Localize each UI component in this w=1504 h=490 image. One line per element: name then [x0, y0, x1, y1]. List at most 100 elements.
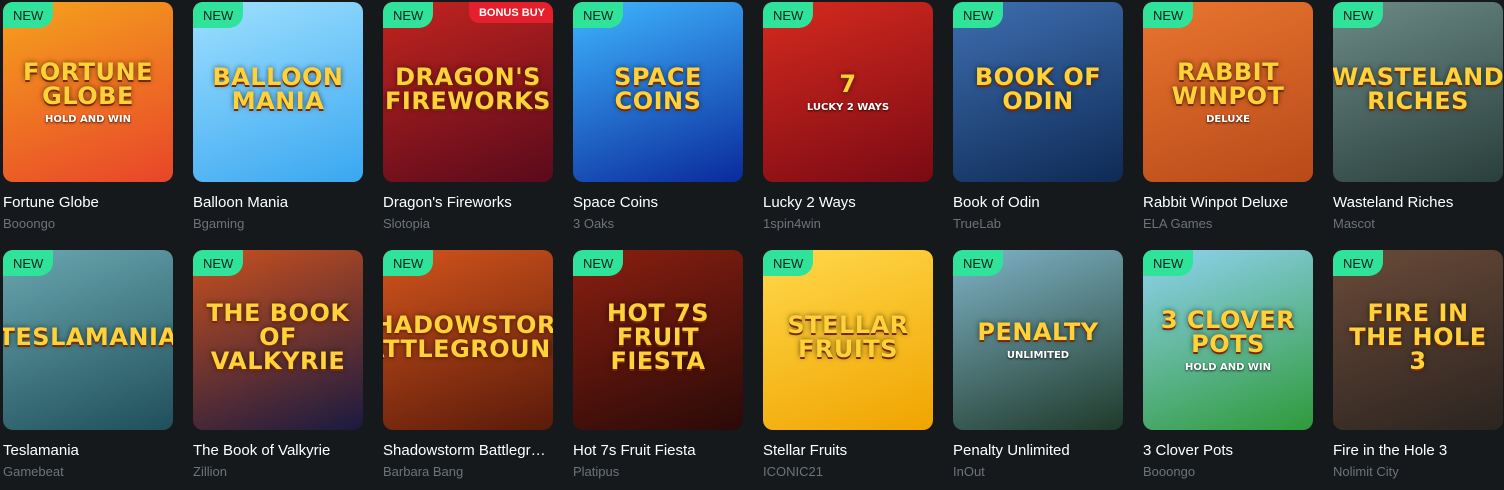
new-badge: NEW	[3, 2, 54, 28]
new-badge: NEW	[1333, 250, 1384, 276]
game-title[interactable]: Hot 7s Fruit Fiesta	[573, 442, 743, 460]
game-logo: Rabbit Winpot	[1171, 57, 1285, 110]
new-badge: NEW	[1143, 2, 1194, 28]
game-thumbnail[interactable]: Fire in the Hole 3 NEW	[1333, 250, 1503, 430]
new-badge: NEW	[383, 2, 434, 28]
game-title[interactable]: Rabbit Winpot Deluxe	[1143, 194, 1313, 212]
game-logo: 3 Clover Pots	[1160, 305, 1296, 358]
game-thumbnail[interactable]: Wasteland Riches NEW	[1333, 2, 1503, 182]
game-card[interactable]: Book of Odin NEW Book of Odin TrueLab	[953, 2, 1123, 231]
game-title[interactable]: Book of Odin	[953, 194, 1123, 212]
game-card[interactable]: Wasteland Riches NEW Wasteland Riches Masco…	[1333, 2, 1503, 231]
game-provider: Slotopia	[383, 216, 430, 231]
game-card[interactable]: Stellar Fruits NEW Stellar Fruits ICONIC21	[763, 250, 933, 479]
game-artwork: The Book of Valkyrie	[193, 250, 363, 430]
game-provider: Barbara Bang	[383, 464, 464, 479]
game-artwork: Penalty Unlimited	[953, 250, 1123, 430]
game-logo-subtitle: Hold and Win	[1184, 361, 1272, 373]
game-card[interactable]: Dragon's Fireworks NEW BONUS BUY Dragon's F…	[383, 2, 553, 231]
game-artwork: Shadowstorm Battlegrounds	[383, 250, 553, 430]
game-artwork: Dragon's Fireworks	[383, 2, 553, 182]
game-logo: Space Coins	[614, 63, 702, 115]
game-provider: 1spin4win	[763, 216, 821, 231]
game-thumbnail[interactable]: Dragon's Fireworks NEW BONUS BUY	[383, 2, 553, 182]
game-thumbnail[interactable]: 3 Clover Pots Hold and Win NEW	[1143, 250, 1313, 430]
game-logo: Hot 7s Fruit Fiesta	[606, 299, 710, 375]
game-logo: Dragon's Fireworks	[385, 63, 551, 115]
game-artwork: Rabbit Winpot Deluxe	[1143, 2, 1313, 182]
game-logo: Penalty	[977, 317, 1099, 346]
game-title[interactable]: Teslamania	[3, 442, 173, 460]
game-title[interactable]: Penalty Unlimited	[953, 442, 1123, 460]
game-artwork: Fire in the Hole 3	[1333, 250, 1503, 430]
game-title[interactable]: Space Coins	[573, 194, 743, 212]
game-provider: Zillion	[193, 464, 227, 479]
game-card[interactable]: The Book of Valkyrie NEW The Book of Valky…	[193, 250, 363, 479]
game-card[interactable]: Shadowstorm BattlegroundsNEWShadowstorm …	[383, 250, 553, 479]
game-card[interactable]: Teslamania NEW Teslamania Gamebeat	[3, 250, 173, 479]
game-thumbnail[interactable]: Teslamania NEW	[3, 250, 173, 430]
game-title[interactable]: Dragon's Fireworks	[383, 194, 553, 212]
game-artwork: Book of Odin	[953, 2, 1123, 182]
game-logo: Teslamania	[3, 323, 173, 351]
game-title[interactable]: Fortune Globe	[3, 194, 173, 212]
game-artwork: 7 Lucky 2 Ways	[763, 2, 933, 182]
game-thumbnail[interactable]: Shadowstorm Battlegrounds NEW	[383, 250, 553, 430]
game-artwork: Stellar Fruits	[763, 250, 933, 430]
new-badge: NEW	[573, 250, 624, 276]
game-artwork: Space Coins	[573, 2, 743, 182]
game-card[interactable]: 3 Clover Pots Hold and Win NEW 3 Clover Pot…	[1143, 250, 1313, 479]
game-thumbnail[interactable]: Rabbit Winpot Deluxe NEW	[1143, 2, 1313, 182]
game-logo-subtitle: Unlimited	[1006, 349, 1070, 361]
game-card[interactable]: Penalty Unlimited NEW Penalty Unlimited InOu…	[953, 250, 1123, 479]
new-badge: NEW	[3, 250, 54, 276]
new-badge: NEW	[1333, 2, 1384, 28]
new-badge: NEW	[193, 2, 244, 28]
bonus-buy-badge: BONUS BUY	[468, 2, 553, 23]
game-provider: Gamebeat	[3, 464, 64, 479]
game-artwork: Fortune Globe Hold and Win	[3, 2, 173, 182]
game-provider: Platipus	[573, 464, 620, 479]
game-card[interactable]: Fortune Globe Hold and Win NEW Fortune Glob…	[3, 2, 173, 231]
new-badge: NEW	[573, 2, 624, 28]
game-card[interactable]: Space Coins NEW Space Coins 3 Oaks	[573, 2, 743, 231]
game-logo: The Book of Valkyrie	[206, 299, 350, 375]
game-thumbnail[interactable]: 7 Lucky 2 Ways NEW	[763, 2, 933, 182]
game-logo: Fire in the Hole 3	[1349, 299, 1487, 375]
game-thumbnail[interactable]: Balloon Mania NEW	[193, 2, 363, 182]
game-title[interactable]: Lucky 2 Ways	[763, 194, 933, 212]
game-card[interactable]: Hot 7s Fruit Fiesta NEW Hot 7s Fruit Fiest…	[573, 250, 743, 479]
game-title[interactable]: The Book of Valkyrie	[193, 442, 363, 460]
game-logo-subtitle: Hold and Win	[44, 113, 132, 125]
game-grid: Fortune Globe Hold and Win NEW Fortune Glob…	[3, 2, 1503, 479]
game-provider: ICONIC21	[763, 464, 823, 479]
new-badge: NEW	[953, 2, 1004, 28]
game-thumbnail[interactable]: Stellar Fruits NEW	[763, 250, 933, 430]
game-thumbnail[interactable]: Hot 7s Fruit Fiesta NEW	[573, 250, 743, 430]
game-title[interactable]: Fire in the Hole 3	[1333, 442, 1503, 460]
game-logo-subtitle: Deluxe	[1206, 113, 1250, 125]
game-title[interactable]: 3 Clover Pots	[1143, 442, 1313, 460]
game-title[interactable]: Shadowstorm Battlegrounds	[383, 442, 553, 460]
new-badge: NEW	[953, 250, 1004, 276]
game-logo: 7	[839, 69, 857, 98]
game-card[interactable]: 7 Lucky 2 Ways NEW Lucky 2 Ways 1spin4win	[763, 2, 933, 231]
game-card[interactable]: Rabbit Winpot Deluxe NEW Rabbit Winpot Delu…	[1143, 2, 1313, 231]
new-badge: NEW	[193, 250, 244, 276]
game-title[interactable]: Stellar Fruits	[763, 442, 933, 460]
game-thumbnail[interactable]: The Book of Valkyrie NEW	[193, 250, 363, 430]
game-provider: Nolimit City	[1333, 464, 1399, 479]
game-card[interactable]: Fire in the Hole 3 NEW Fire in the Hole 3 N…	[1333, 250, 1503, 479]
new-badge: NEW	[383, 250, 434, 276]
game-provider: InOut	[953, 464, 985, 479]
game-thumbnail[interactable]: Penalty Unlimited NEW	[953, 250, 1123, 430]
game-thumbnail[interactable]: Fortune Globe Hold and Win NEW	[3, 2, 173, 182]
game-logo: Book of Odin	[974, 63, 1102, 115]
game-logo: Fortune Globe	[22, 57, 154, 110]
game-card[interactable]: Balloon Mania NEW Balloon Mania Bgaming	[193, 2, 363, 231]
game-provider: 3 Oaks	[573, 216, 615, 231]
game-thumbnail[interactable]: Book of Odin NEW	[953, 2, 1123, 182]
game-title[interactable]: Wasteland Riches	[1333, 194, 1503, 212]
game-title[interactable]: Balloon Mania	[193, 194, 363, 212]
game-thumbnail[interactable]: Space Coins NEW	[573, 2, 743, 182]
